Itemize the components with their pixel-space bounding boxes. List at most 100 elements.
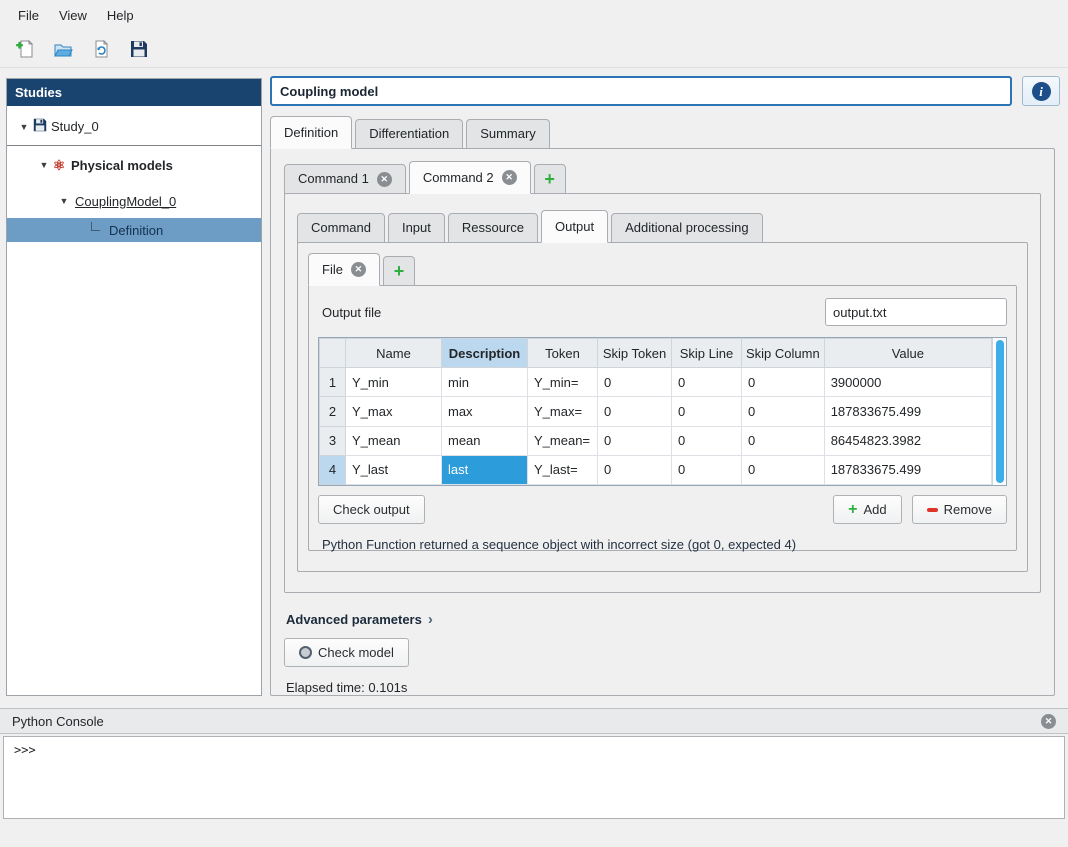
col-header-description[interactable]: Description [442, 339, 528, 368]
tree-item-definition-selected[interactable]: Definition [7, 218, 261, 242]
tab-label: Additional processing [625, 213, 749, 243]
table-row: 3 Y_mean mean Y_mean= 0 0 0 86454823.398… [320, 426, 992, 455]
tab-label: Summary [480, 119, 536, 149]
table-cell[interactable]: 3900000 [824, 368, 991, 397]
command-pane: Command Input Ressource Output Additiona… [284, 193, 1041, 593]
table-cell[interactable]: 0 [742, 397, 825, 426]
col-header-value[interactable]: Value [824, 339, 991, 368]
tab-command-2[interactable]: Command 2 ✕ [409, 161, 531, 194]
menu-file[interactable]: File [8, 4, 49, 27]
plus-icon: + [544, 170, 555, 188]
table-cell[interactable]: 0 [598, 368, 672, 397]
table-cell[interactable]: 187833675.499 [824, 455, 991, 484]
selected-table-cell[interactable]: last [442, 455, 528, 484]
table-cell[interactable]: max [442, 397, 528, 426]
advanced-parameters-label: Advanced parameters [286, 612, 422, 627]
tab-additional-processing[interactable]: Additional processing [611, 213, 763, 243]
table-cell[interactable]: 0 [598, 455, 672, 484]
scrollbar-handle[interactable] [996, 340, 1004, 483]
row-header[interactable]: 2 [320, 397, 346, 426]
info-button[interactable]: i [1022, 76, 1060, 106]
row-header[interactable]: 4 [320, 455, 346, 484]
check-model-row: Check model [284, 638, 1041, 667]
table-cell[interactable]: Y_mean [346, 426, 442, 455]
table-cell[interactable]: mean [442, 426, 528, 455]
check-output-button[interactable]: Check output [318, 495, 425, 524]
table-cell[interactable]: Y_mean= [528, 426, 598, 455]
remove-row-button[interactable]: Remove [912, 495, 1007, 524]
menu-help[interactable]: Help [97, 4, 144, 27]
menu-view[interactable]: View [49, 4, 97, 27]
table-cell[interactable]: 0 [672, 397, 742, 426]
table-cell[interactable]: 0 [672, 455, 742, 484]
tree-item-label[interactable]: Definition [109, 223, 163, 238]
table-cell[interactable]: min [442, 368, 528, 397]
row-header[interactable]: 1 [320, 368, 346, 397]
add-file-tab[interactable]: + [383, 256, 415, 286]
close-console-icon[interactable]: ✕ [1041, 714, 1056, 729]
plus-icon: + [394, 262, 405, 280]
table-cell[interactable]: Y_min [346, 368, 442, 397]
tree-item-label[interactable]: CouplingModel_0 [75, 194, 176, 209]
tree-branch-icon [91, 222, 100, 231]
col-header-skip-line[interactable]: Skip Line [672, 339, 742, 368]
save-icon [130, 40, 148, 58]
tab-file[interactable]: File ✕ [308, 253, 380, 286]
table-cell[interactable]: Y_min= [528, 368, 598, 397]
expander-down-icon[interactable]: ▼ [17, 122, 31, 132]
atom-icon: ⚛ [51, 157, 67, 174]
table-cell[interactable]: Y_last= [528, 455, 598, 484]
table-cell[interactable]: 187833675.499 [824, 397, 991, 426]
tab-summary[interactable]: Summary [466, 119, 550, 149]
table-cell[interactable]: Y_max [346, 397, 442, 426]
close-tab-icon[interactable]: ✕ [377, 172, 392, 187]
close-tab-icon[interactable]: ✕ [502, 170, 517, 185]
python-console-input[interactable]: >>> [3, 736, 1065, 819]
tab-input[interactable]: Input [388, 213, 445, 243]
table-cell[interactable]: 0 [672, 368, 742, 397]
table-cell[interactable]: Y_max= [528, 397, 598, 426]
expander-down-icon[interactable]: ▼ [57, 196, 71, 206]
col-header-token[interactable]: Token [528, 339, 598, 368]
add-row-button[interactable]: + Add [833, 495, 901, 524]
col-header-skip-column[interactable]: Skip Column [742, 339, 825, 368]
table-cell[interactable]: 86454823.3982 [824, 426, 991, 455]
check-model-button[interactable]: Check model [284, 638, 409, 667]
tab-output[interactable]: Output [541, 210, 608, 243]
table-cell[interactable]: Y_last [346, 455, 442, 484]
tree-item-coupling-model[interactable]: ▼ CouplingModel_0 [7, 184, 261, 218]
table-cell[interactable]: 0 [672, 426, 742, 455]
advanced-parameters-toggle[interactable]: Advanced parameters › [284, 611, 1041, 628]
table-cell[interactable]: 0 [598, 397, 672, 426]
output-file-input[interactable] [825, 298, 1007, 326]
table-cell[interactable]: 0 [598, 426, 672, 455]
table-header-row: Name Description Token Skip Token Skip L… [320, 339, 992, 368]
tab-ressource[interactable]: Ressource [448, 213, 538, 243]
row-header[interactable]: 3 [320, 426, 346, 455]
col-header-skip-token[interactable]: Skip Token [598, 339, 672, 368]
tree-item-physical-models[interactable]: ▼ ⚛ Physical models [7, 146, 261, 184]
expander-down-icon[interactable]: ▼ [37, 160, 51, 170]
table-scrollbar[interactable] [992, 338, 1006, 485]
model-name-row: i [270, 76, 1062, 106]
tree-item-label[interactable]: Study_0 [51, 119, 99, 134]
tree-item-label[interactable]: Physical models [71, 158, 173, 173]
model-name-input[interactable] [270, 76, 1012, 106]
open-study-button[interactable] [48, 35, 78, 63]
tree-item-study[interactable]: ▼ Study_0 [7, 108, 261, 146]
tab-command-1[interactable]: Command 1 ✕ [284, 164, 406, 194]
tab-differentiation[interactable]: Differentiation [355, 119, 463, 149]
import-script-button[interactable] [86, 35, 116, 63]
close-tab-icon[interactable]: ✕ [351, 262, 366, 277]
tab-definition[interactable]: Definition [270, 116, 352, 149]
col-header-name[interactable]: Name [346, 339, 442, 368]
command-section-tabs: Command Input Ressource Output Additiona… [297, 210, 1028, 243]
table-buttons-row: Check output + Add Remove [318, 495, 1007, 524]
tab-command[interactable]: Command [297, 213, 385, 243]
table-cell[interactable]: 0 [742, 426, 825, 455]
add-command-tab[interactable]: + [534, 164, 566, 194]
table-cell[interactable]: 0 [742, 368, 825, 397]
new-study-button[interactable] [10, 35, 40, 63]
table-cell[interactable]: 0 [742, 455, 825, 484]
save-study-button[interactable] [124, 35, 154, 63]
